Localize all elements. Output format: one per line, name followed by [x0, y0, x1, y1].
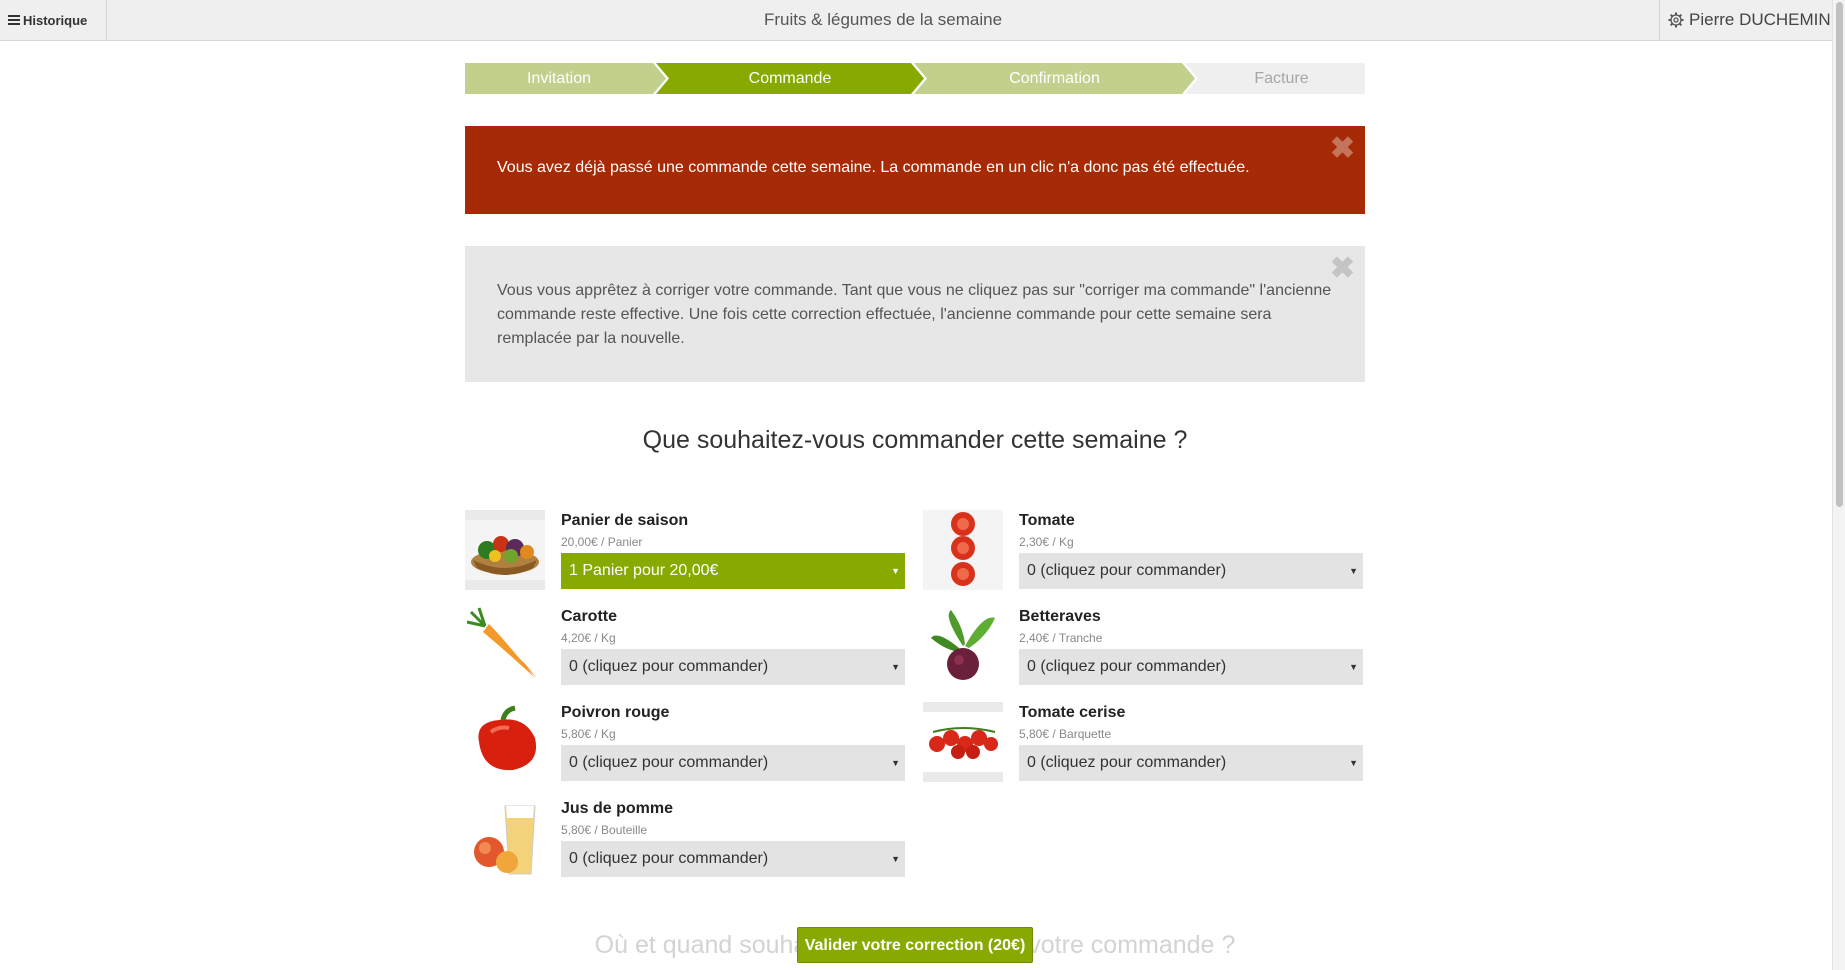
caret-down-icon: ▼ — [891, 662, 900, 672]
quantity-select[interactable]: 0 (cliquez pour commander) ▼ — [561, 649, 905, 685]
product-name: Tomate — [1019, 512, 1075, 529]
scrollbar-thumb[interactable] — [1836, 2, 1843, 507]
quantity-select[interactable]: 0 (cliquez pour commander) ▼ — [1019, 553, 1363, 589]
step-confirmation: Confirmation — [1009, 70, 1100, 87]
user-menu-button[interactable]: Pierre DUCHEMIN — [1659, 0, 1832, 40]
step-facture: Facture — [1254, 70, 1309, 87]
quantity-value: 0 (cliquez pour commander) — [1027, 658, 1227, 675]
product-price: 20,00€ / Panier — [561, 535, 643, 549]
caret-down-icon: ▼ — [891, 758, 900, 768]
quantity-value: 0 (cliquez pour commander) — [1027, 562, 1227, 579]
quantity-value: 0 (cliquez pour commander) — [569, 850, 769, 867]
menu-icon — [8, 13, 20, 27]
quantity-select[interactable]: 0 (cliquez pour commander) ▼ — [1019, 649, 1363, 685]
validate-correction-button[interactable]: Valider votre correction (20€) — [797, 927, 1033, 963]
carrot-image — [465, 606, 545, 686]
product-card: Betteraves 2,40€ / Tranche 0 (cliquez po… — [923, 606, 1363, 686]
error-alert-text: Vous avez déjà passé une commande cette … — [497, 159, 1250, 176]
quantity-value: 1 Panier pour 20,00€ — [569, 562, 719, 579]
product-price: 2,40€ / Tranche — [1019, 631, 1103, 645]
apple-juice-image — [465, 798, 545, 878]
quantity-value: 0 (cliquez pour commander) — [569, 658, 769, 675]
product-card: Carotte 4,20€ / Kg 0 (cliquez pour comma… — [465, 606, 905, 686]
product-price: 5,80€ / Barquette — [1019, 727, 1112, 741]
quantity-select[interactable]: 0 (cliquez pour commander) ▼ — [561, 841, 905, 877]
basket-image — [465, 510, 545, 590]
top-bar: Historique Fruits & légumes de la semain… — [0, 0, 1832, 41]
info-alert: ✖ Vous vous apprêtez à corriger votre co… — [465, 246, 1365, 382]
error-alert: ✖ Vous avez déjà passé une commande cett… — [465, 126, 1365, 214]
caret-down-icon: ▼ — [1349, 662, 1358, 672]
user-name: Pierre DUCHEMIN — [1689, 10, 1831, 29]
caret-down-icon: ▼ — [1349, 758, 1358, 768]
close-icon[interactable]: ✖ — [1330, 134, 1355, 164]
product-name: Tomate cerise — [1019, 704, 1126, 721]
quantity-value: 0 (cliquez pour commander) — [569, 754, 769, 771]
scrollbar[interactable] — [1832, 0, 1845, 970]
info-alert-text: Vous vous apprêtez à corriger votre comm… — [497, 282, 1332, 347]
product-name: Carotte — [561, 608, 618, 625]
product-price: 5,80€ / Kg — [561, 727, 616, 741]
product-price: 5,80€ / Bouteille — [561, 823, 648, 837]
caret-down-icon: ▼ — [891, 854, 900, 864]
product-name: Jus de pomme — [561, 800, 674, 817]
quantity-select[interactable]: 0 (cliquez pour commander) ▼ — [1019, 745, 1363, 781]
quantity-select[interactable]: 1 Panier pour 20,00€ ▼ — [561, 553, 905, 589]
product-card: Tomate 2,30€ / Kg 0 (cliquez pour comman… — [923, 510, 1363, 590]
product-card: Tomate cerise 5,80€ / Barquette 0 (cliqu… — [923, 702, 1363, 782]
quantity-value: 0 (cliquez pour commander) — [1027, 754, 1227, 771]
product-card: Panier de saison 20,00€ / Panier 1 Panie… — [465, 510, 905, 590]
beet-image — [923, 606, 1003, 686]
pepper-image — [465, 702, 545, 782]
history-label: Historique — [23, 12, 88, 28]
caret-down-icon: ▼ — [1349, 566, 1358, 576]
close-icon[interactable]: ✖ — [1330, 254, 1355, 284]
product-card: Poivron rouge 5,80€ / Kg 0 (cliquez pour… — [465, 702, 905, 782]
product-price: 2,30€ / Kg — [1019, 535, 1074, 549]
product-card: Jus de pomme 5,80€ / Bouteille 0 (clique… — [465, 798, 905, 878]
step-commande: Commande — [748, 70, 832, 87]
product-name: Poivron rouge — [561, 704, 670, 721]
order-question: Que souhaitez-vous commander cette semai… — [642, 426, 1188, 454]
step-invitation: Invitation — [526, 70, 592, 87]
product-name: Betteraves — [1019, 608, 1101, 625]
tomato-image — [923, 510, 1003, 590]
quantity-select[interactable]: 0 (cliquez pour commander) ▼ — [561, 745, 905, 781]
history-button[interactable]: Historique — [0, 0, 107, 40]
cherry-tomato-image — [923, 702, 1003, 782]
product-name: Panier de saison — [561, 512, 689, 529]
progress-steps: Invitation Commande Confirmation Facture — [465, 63, 1365, 94]
product-price: 4,20€ / Kg — [561, 631, 616, 645]
gear-icon — [1668, 12, 1684, 28]
caret-down-icon: ▼ — [891, 566, 900, 576]
page-title: Fruits & légumes de la semaine — [763, 10, 1003, 29]
